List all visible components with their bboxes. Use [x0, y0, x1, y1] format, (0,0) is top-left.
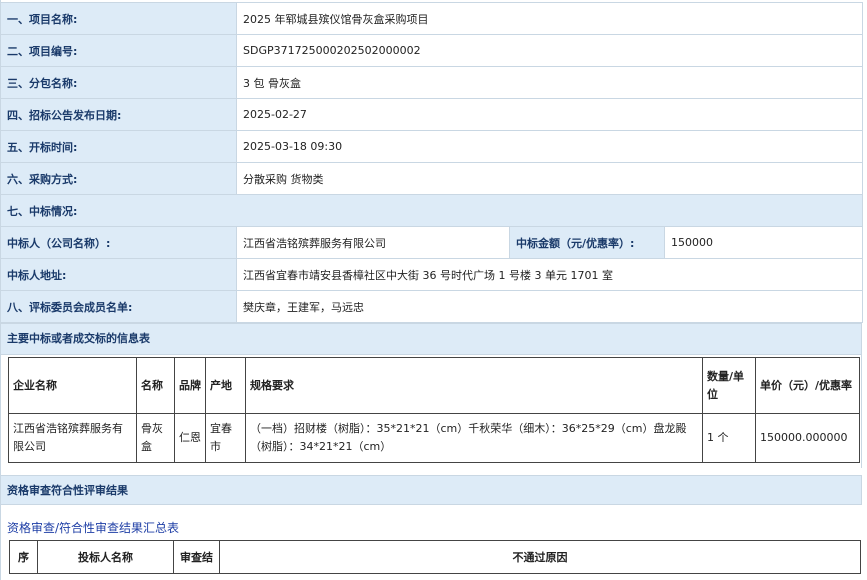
qualification-section-header: 资格审查符合性评审结果 [0, 475, 862, 505]
info-value: 2025-02-27 [235, 98, 864, 131]
section-award-title: 七、中标情况: [0, 194, 864, 227]
info-row-lot: 三、分包名称: 3 包 骨灰盒 [0, 66, 864, 99]
info-label: 五、开标时间: [0, 130, 237, 163]
cell-brand: 仁恩 [174, 413, 206, 463]
main-items-section-header: 主要中标或者成交标的信息表 [0, 323, 862, 355]
items-table: 企业名称 名称 品牌 产地 规格要求 数量/单位 单价（元）/优惠率 江西省浩铭… [8, 357, 860, 463]
info-label: 二、项目编号: [0, 34, 237, 67]
info-row-number: 二、项目编号: SDGP371725000202502000002 [0, 34, 864, 67]
winner-address-row: 中标人地址: 江西省宜春市靖安县香樟社区中大街 36 号时代广场 1 号楼 3 … [0, 258, 864, 291]
committee-label: 八、评标委员会成员名单: [0, 290, 237, 323]
winner-row: 中标人（公司名称）: 江西省浩铭殡葬服务有限公司 中标金额（元/优惠率）: 15… [0, 226, 864, 259]
winner-name-label: 中标人（公司名称）: [0, 226, 237, 259]
col-header-seq: 序 [9, 540, 38, 574]
section-award-row: 七、中标情况: [0, 194, 864, 227]
cell-origin: 宜春市 [205, 413, 246, 463]
winner-address-label: 中标人地址: [0, 258, 237, 291]
info-label: 一、项目名称: [0, 2, 237, 35]
items-table-header: 企业名称 名称 品牌 产地 规格要求 数量/单位 单价（元）/优惠率 [8, 357, 860, 414]
winner-address-value: 江西省宜春市靖安县香樟社区中大街 36 号时代广场 1 号楼 3 单元 1701… [235, 258, 864, 291]
col-header-origin: 产地 [205, 357, 246, 414]
col-header-name: 名称 [136, 357, 175, 414]
info-row-publish-date: 四、招标公告发布日期: 2025-02-27 [0, 98, 864, 131]
winner-amount-value: 150000 [663, 226, 864, 259]
info-row-name: 一、项目名称: 2025 年郓城县殡仪馆骨灰盒采购项目 [0, 2, 864, 35]
info-label: 四、招标公告发布日期: [0, 98, 237, 131]
committee-row: 八、评标委员会成员名单: 樊庆章，王建军，马远忠 [0, 290, 864, 323]
cell-name: 骨灰盒 [136, 413, 175, 463]
col-header-result: 审查结 [173, 540, 220, 574]
col-header-company: 企业名称 [8, 357, 137, 414]
cell-company: 江西省浩铭殡葬服务有限公司 [8, 413, 137, 463]
main-items-title: 主要中标或者成交标的信息表 [7, 332, 150, 345]
info-value: 2025 年郓城县殡仪馆骨灰盒采购项目 [235, 2, 864, 35]
info-value: 分散采购 货物类 [235, 162, 864, 195]
col-header-bidder: 投标人名称 [37, 540, 174, 574]
info-value: 3 包 骨灰盒 [235, 66, 864, 99]
info-row-method: 六、采购方式: 分散采购 货物类 [0, 162, 864, 195]
col-header-qty: 数量/单位 [702, 357, 756, 414]
qualification-summary-link[interactable]: 资格审查/符合性审查结果汇总表 [7, 519, 179, 536]
qualification-table-header: 序 投标人名称 审查结 不通过原因 [9, 540, 861, 574]
col-header-price: 单价（元）/优惠率 [755, 357, 860, 414]
col-header-brand: 品牌 [174, 357, 206, 414]
info-value: 2025-03-18 09:30 [235, 130, 864, 163]
winner-amount-label: 中标金额（元/优惠率）: [509, 226, 665, 259]
info-value: SDGP371725000202502000002 [235, 34, 864, 67]
cell-spec: （一档）招财楼（树脂）：35*21*21（cm）千秋荣华（细木）：36*25*2… [245, 413, 703, 463]
info-label: 六、采购方式: [0, 162, 237, 195]
info-row-open-time: 五、开标时间: 2025-03-18 09:30 [0, 130, 864, 163]
committee-value: 樊庆章，王建军，马远忠 [235, 290, 864, 323]
qualification-title: 资格审查符合性评审结果 [7, 484, 128, 497]
info-label: 三、分包名称: [0, 66, 237, 99]
qualification-table: 序 投标人名称 审查结 不通过原因 [9, 540, 861, 574]
col-header-spec: 规格要求 [245, 357, 703, 414]
col-header-reason: 不通过原因 [219, 540, 861, 574]
cell-qty: 1 个 [702, 413, 756, 463]
project-info-table: 一、项目名称: 2025 年郓城县殡仪馆骨灰盒采购项目 二、项目编号: SDGP… [0, 2, 864, 323]
table-row: 江西省浩铭殡葬服务有限公司 骨灰盒 仁恩 宜春市 （一档）招财楼（树脂）：35*… [8, 413, 860, 463]
winner-name-value: 江西省浩铭殡葬服务有限公司 [236, 226, 510, 259]
cell-price: 150000.000000 [755, 413, 860, 463]
